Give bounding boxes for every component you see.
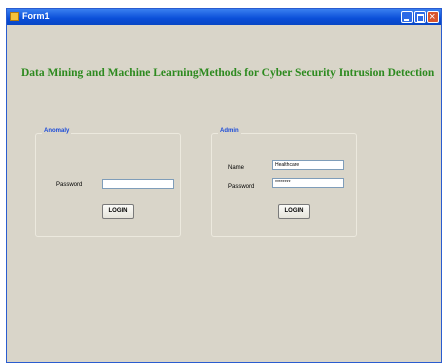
window-title: Form1 xyxy=(22,11,50,21)
admin-group: Admin Name Password LOGIN xyxy=(211,128,357,237)
title-bar[interactable]: Form1 xyxy=(7,9,441,25)
admin-group-legend: Admin xyxy=(218,128,241,134)
app-icon xyxy=(10,12,19,21)
close-button[interactable] xyxy=(427,11,439,23)
maximize-button[interactable] xyxy=(414,11,426,23)
admin-password-label: Password xyxy=(228,184,255,190)
admin-name-field[interactable] xyxy=(272,160,344,170)
admin-name-label: Name xyxy=(228,165,245,171)
minimize-button[interactable] xyxy=(401,11,413,23)
anomaly-login-button[interactable]: LOGIN xyxy=(102,204,134,219)
admin-login-button[interactable]: LOGIN xyxy=(278,204,310,219)
anomaly-password-field[interactable] xyxy=(102,179,174,189)
page-title: Data Mining and Machine LearningMethods … xyxy=(21,67,435,79)
anomaly-group: Anomaly Password LOGIN xyxy=(35,128,181,237)
anomaly-password-label: Password xyxy=(56,182,83,188)
admin-password-field[interactable] xyxy=(272,178,344,188)
anomaly-group-legend: Anomaly xyxy=(42,128,72,134)
app-window: Form1 Data Mining and Machine LearningMe… xyxy=(6,8,442,363)
